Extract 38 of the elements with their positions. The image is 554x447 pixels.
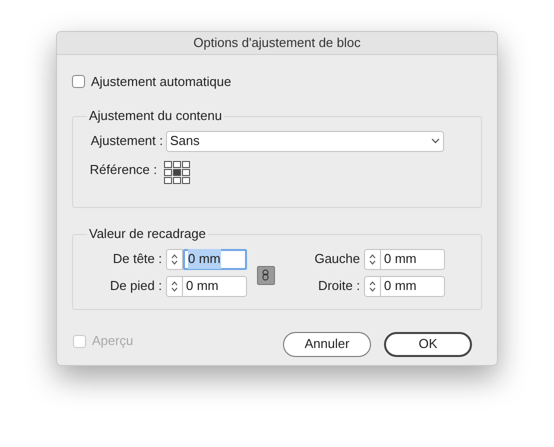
reference-point[interactable] xyxy=(182,168,190,176)
up-down-arrows-icon xyxy=(369,280,376,292)
field-label: Gauche xyxy=(313,250,361,268)
chevron-down-icon xyxy=(431,138,440,144)
reference-point[interactable] xyxy=(164,176,172,184)
field-label: De pied : xyxy=(108,277,163,296)
reference-point-grid[interactable] xyxy=(164,160,190,184)
checkbox-label: Aperçu xyxy=(92,332,134,350)
stepper-button[interactable] xyxy=(166,248,183,270)
reference-point[interactable] xyxy=(173,176,181,184)
link-button[interactable] xyxy=(257,266,275,284)
reference-point[interactable] xyxy=(164,160,172,168)
stepper-button[interactable] xyxy=(364,276,381,296)
dropdown-field[interactable]: Sans xyxy=(166,130,444,152)
reference-point[interactable] xyxy=(182,160,190,168)
up-down-arrows-icon xyxy=(369,252,376,266)
stepper-button[interactable] xyxy=(166,276,183,296)
reference-point[interactable] xyxy=(164,168,172,176)
field-label: Référence : xyxy=(88,160,158,178)
checkbox-label: Ajustement automatique xyxy=(91,73,232,91)
input-field[interactable]: 0 mm xyxy=(183,248,247,270)
field-label: Droite : xyxy=(317,277,361,296)
up-down-arrows-icon xyxy=(171,280,178,292)
chain-link-icon xyxy=(262,269,270,281)
up-down-arrows-icon xyxy=(171,252,178,266)
checkbox[interactable] xyxy=(72,75,85,88)
input-field[interactable]: 0 mm xyxy=(381,276,445,296)
stepper-button[interactable] xyxy=(364,248,381,270)
dialog-button[interactable]: OK xyxy=(384,332,472,356)
window-title: Options d'ajustement de bloc xyxy=(193,34,361,52)
input-field[interactable]: 0 mm xyxy=(381,248,445,270)
field-label: De tête : xyxy=(112,250,163,268)
input-field[interactable]: 0 mm xyxy=(183,276,247,296)
reference-point[interactable] xyxy=(182,176,190,184)
reference-point[interactable] xyxy=(173,160,181,168)
field-label: Ajustement : xyxy=(90,132,164,150)
dialog-button[interactable]: Annuler xyxy=(283,332,371,356)
reference-point[interactable] xyxy=(173,168,181,176)
